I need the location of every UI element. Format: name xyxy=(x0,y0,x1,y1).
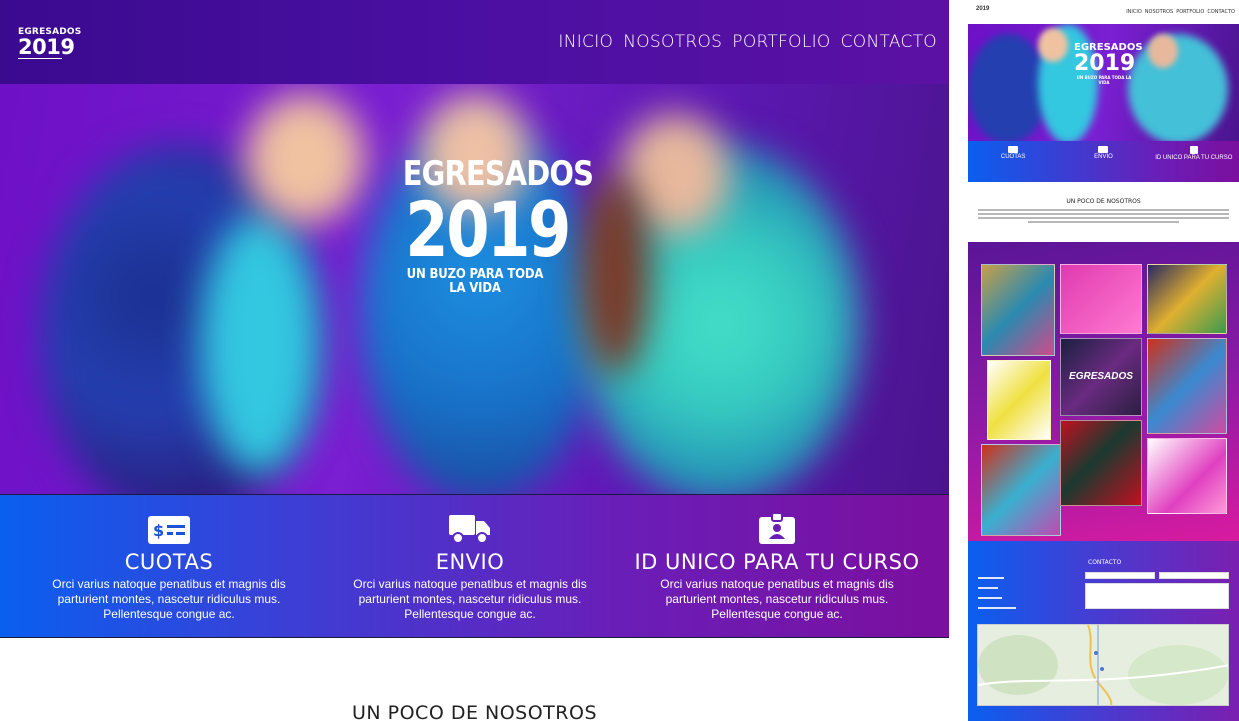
thumb-feature: ENVIO xyxy=(1058,141,1148,182)
about-heading: UN POCO DE NOSOTROS xyxy=(351,702,597,721)
site-header: EGRESADOS 2019 INICIO NOSOTROS PORTFOLIO… xyxy=(0,0,949,84)
thumb-contact-line xyxy=(978,577,1004,579)
main-nav: INICIO NOSOTROS PORTFOLIO CONTACTO xyxy=(558,32,937,52)
portfolio-tile[interactable] xyxy=(1147,438,1227,514)
feature-id-unico: ID UNICO PARA TU CURSO Orci varius natoq… xyxy=(632,513,922,622)
thumb-name-input[interactable] xyxy=(1085,572,1155,579)
thumb-map-roads xyxy=(978,625,1228,705)
hero-banner: EGRESADOS 2019 UN BUZO PARA TODA LA VIDA xyxy=(0,84,949,494)
thumb-money-icon xyxy=(1008,146,1019,153)
thumb-message-input[interactable] xyxy=(1085,583,1229,609)
thumb-logo: 2019 xyxy=(976,6,990,12)
hero-title-block: EGRESADOS 2019 UN BUZO PARA TODA LA VIDA xyxy=(390,156,594,296)
truck-icon xyxy=(449,515,490,544)
thumb-nav-item: PORTFOLIO xyxy=(1176,9,1205,15)
portfolio-tile[interactable]: EGRESADOS xyxy=(1060,338,1142,416)
page-thumbnail: 2019 INICIO NOSOTROS PORTFOLIO CONTACTO … xyxy=(968,0,1239,721)
thumb-nav-item: INICIO xyxy=(1126,9,1142,15)
thumb-id-badge-icon xyxy=(1189,146,1198,154)
thumb-truck-icon xyxy=(1098,146,1109,153)
feature-text: Orci varius natoque penatibus et magnis … xyxy=(660,577,894,621)
portfolio-tile[interactable] xyxy=(1147,338,1227,434)
thumb-about-heading: UN POCO DE NOSOTROS xyxy=(1066,198,1141,205)
thumb-header: 2019 INICIO NOSOTROS PORTFOLIO CONTACTO xyxy=(968,0,1239,24)
feature-envio: ENVIO Orci varius natoque penatibus et m… xyxy=(325,513,615,622)
features-band: $ CUOTAS Orci varius natoque penatibus e… xyxy=(0,494,949,638)
thumb-hero-tag: UN BUZO PARA TODA LA VIDA xyxy=(1076,75,1132,85)
thumb-portfolio: EGRESADOS xyxy=(968,242,1239,541)
hero-photo-face-left xyxy=(245,94,365,224)
thumb-features: CUOTAS ENVIO ID UNICO PARA TU CURSO xyxy=(968,141,1239,182)
portfolio-tile[interactable] xyxy=(987,360,1051,440)
thumb-hero-photo-left xyxy=(968,34,1048,141)
thumb-portfolio-grid: EGRESADOS xyxy=(981,264,1227,536)
id-badge-icon xyxy=(759,513,795,544)
thumb-contact-heading: CONTACTO xyxy=(1088,559,1122,566)
hero-tagline: UN BUZO PARA TODA LA VIDA xyxy=(406,267,544,296)
thumb-feature-title: CUOTAS xyxy=(1000,154,1026,160)
thumb-map[interactable] xyxy=(977,624,1229,706)
feature-title: CUOTAS xyxy=(124,550,214,574)
nav-item-inicio[interactable]: INICIO xyxy=(558,32,613,52)
portfolio-tile[interactable] xyxy=(1060,264,1142,334)
thumb-hero-photo-right xyxy=(1128,34,1228,141)
site-logo[interactable]: EGRESADOS 2019 xyxy=(18,28,81,59)
thumb-contact-line xyxy=(978,587,998,589)
thumb-nav-item: CONTACTO xyxy=(1207,9,1235,15)
thumb-feature-title: ID UNICO PARA TU CURSO xyxy=(1155,155,1233,161)
thumb-hero-title: EGRESADOS 2019 UN BUZO PARA TODA LA VIDA xyxy=(1074,42,1143,85)
thumb-feature-title: ENVIO xyxy=(1094,154,1113,160)
portfolio-tile[interactable] xyxy=(981,444,1061,536)
thumb-email-input[interactable] xyxy=(1159,572,1229,579)
thumb-hero: EGRESADOS 2019 UN BUZO PARA TODA LA VIDA xyxy=(968,24,1239,141)
portfolio-tile[interactable] xyxy=(1060,420,1142,506)
feature-text: Orci varius natoque penatibus et magnis … xyxy=(52,577,286,621)
thumb-hero-face-right xyxy=(1148,34,1178,68)
nav-item-contacto[interactable]: CONTACTO xyxy=(841,32,937,52)
thumb-contact: CONTACTO xyxy=(968,541,1239,721)
thumb-contact-line xyxy=(978,607,1016,609)
main-page: EGRESADOS 2019 INICIO NOSOTROS PORTFOLIO… xyxy=(0,0,949,721)
portfolio-tile-text: EGRESADOS xyxy=(1069,371,1133,382)
thumb-nav-item: NOSOTROS xyxy=(1144,9,1174,15)
feature-cuotas: $ CUOTAS Orci varius natoque penatibus e… xyxy=(24,513,314,622)
thumb-contact-line xyxy=(978,597,1002,599)
thumb-nav: INICIO NOSOTROS PORTFOLIO CONTACTO xyxy=(1126,9,1235,15)
portfolio-tile[interactable] xyxy=(981,264,1055,356)
thumb-contact-info xyxy=(978,573,1016,609)
nav-item-nosotros[interactable]: NOSOTROS xyxy=(623,32,722,52)
svg-text:$: $ xyxy=(153,521,164,540)
thumb-hero-year: 2019 xyxy=(1074,51,1136,76)
thumb-feature: ID UNICO PARA TU CURSO xyxy=(1149,141,1239,182)
feature-text: Orci varius natoque penatibus et magnis … xyxy=(353,577,587,621)
hero-photo-person-left-shirt xyxy=(200,214,320,474)
logo-year: 2019 xyxy=(18,35,75,59)
portfolio-tile[interactable] xyxy=(1147,264,1227,334)
nav-item-portfolio[interactable]: PORTFOLIO xyxy=(732,32,830,52)
feature-title: ID UNICO PARA TU CURSO xyxy=(634,550,920,574)
thumb-hero-face-left xyxy=(1038,28,1068,62)
thumb-about-text xyxy=(978,209,1229,223)
money-icon: $ xyxy=(148,516,190,544)
feature-title: ENVIO xyxy=(435,550,505,574)
thumb-about: UN POCO DE NOSOTROS xyxy=(968,198,1239,225)
hero-photo-hair-right xyxy=(580,174,650,374)
hero-year: 2019 xyxy=(405,185,571,274)
page: EGRESADOS 2019 INICIO NOSOTROS PORTFOLIO… xyxy=(0,0,1239,721)
thumb-feature: CUOTAS xyxy=(968,141,1058,182)
